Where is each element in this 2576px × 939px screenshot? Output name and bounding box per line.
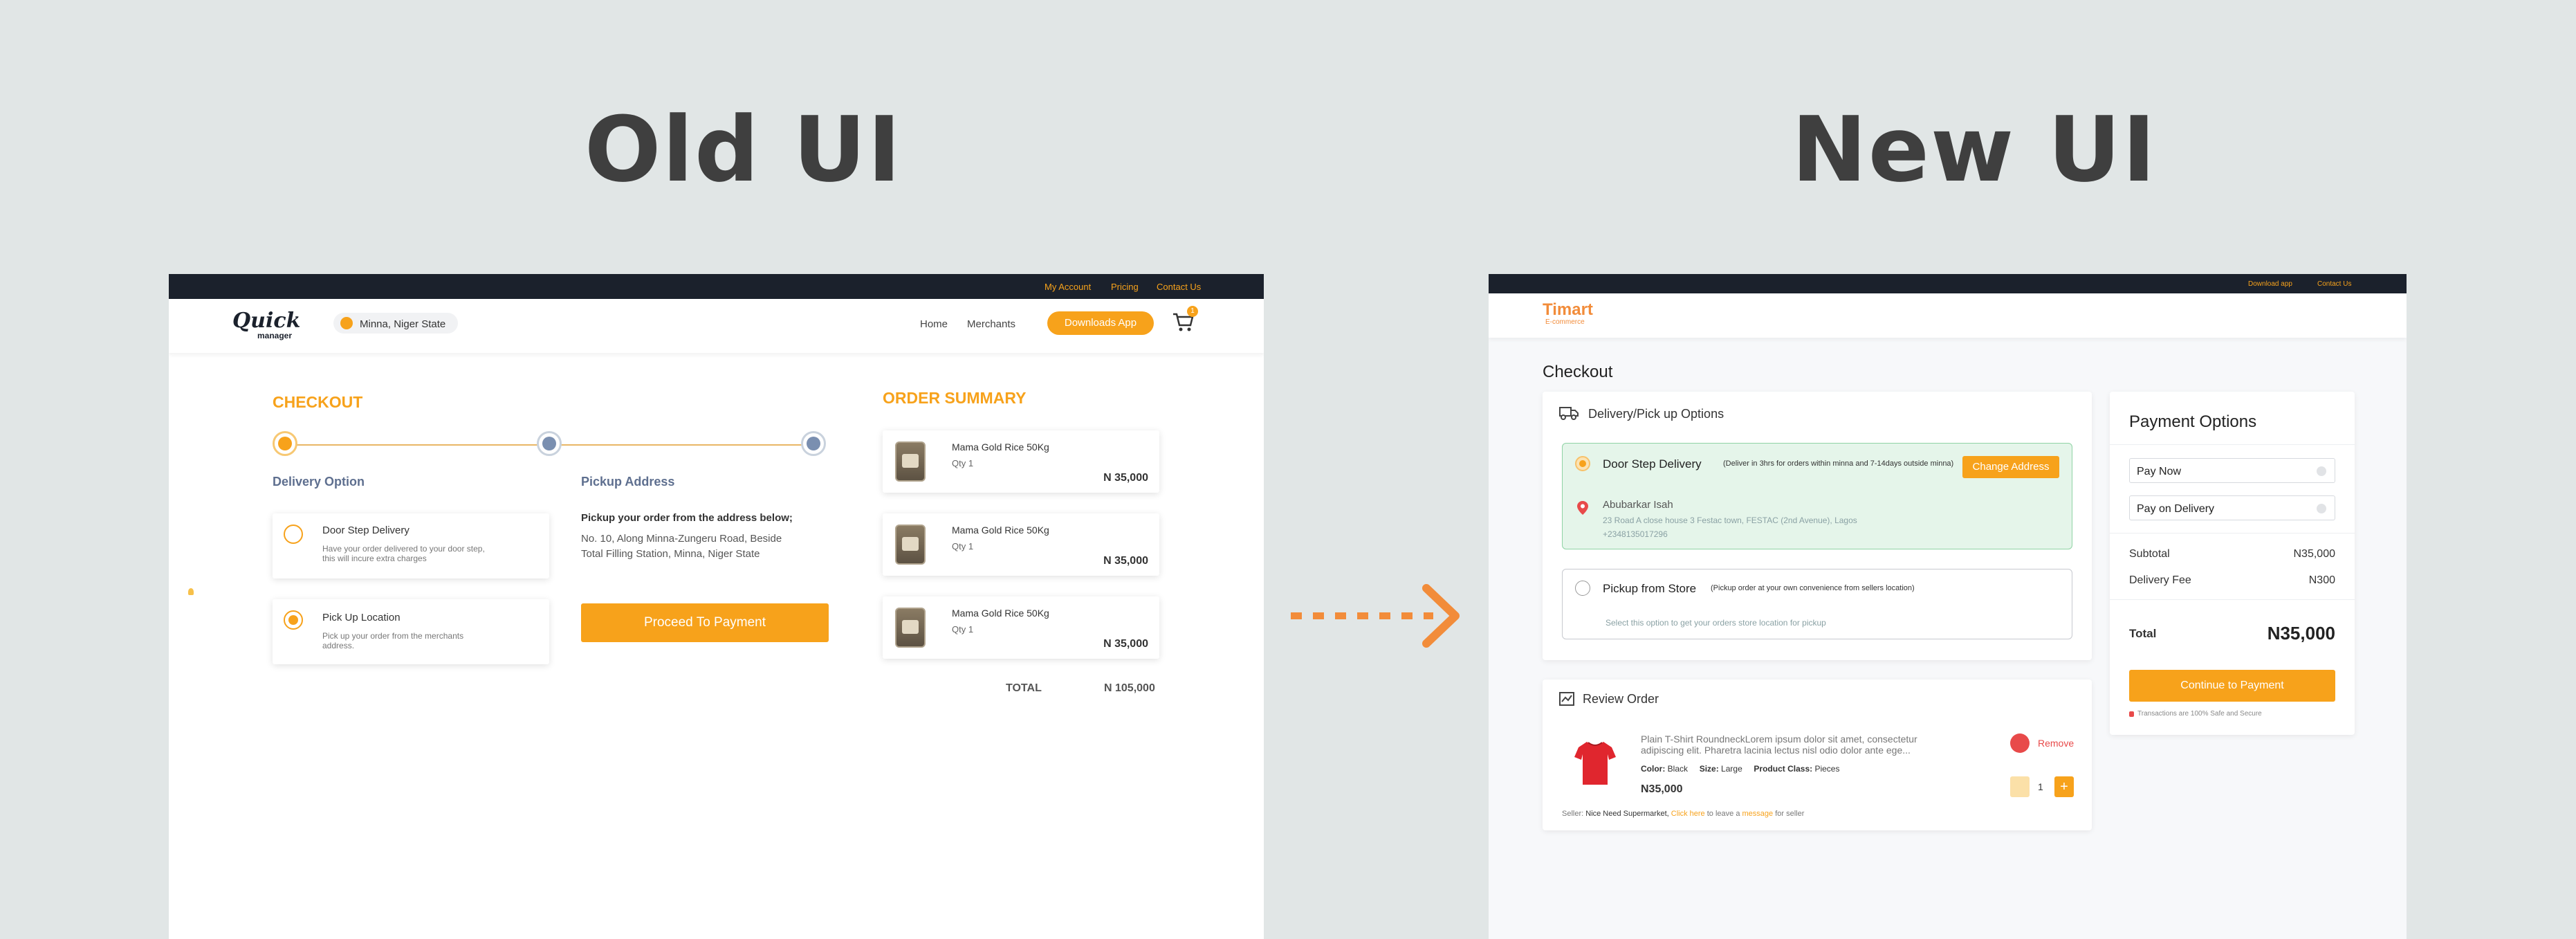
seller-note: Seller: Nice Need Supermarket, Click her… [1562, 810, 1805, 818]
payment-options-title: Payment Options [2129, 412, 2257, 431]
pay-on-delivery-option[interactable]: Pay on Delivery [2129, 495, 2335, 520]
old-navbar: Quick manager Minna, Niger State Home Me… [169, 299, 1264, 353]
location-pill[interactable]: Minna, Niger State [333, 313, 458, 334]
delivery-fee-value: N300 [2308, 574, 2335, 586]
decrement-button[interactable] [2010, 776, 2030, 797]
review-order-title: Review Order [1583, 692, 1659, 706]
rice-bag-image [895, 608, 926, 648]
order-item: Mama Gold Rice 50Kg Qty 1 N 35,000 [883, 513, 1159, 576]
order-item: Mama Gold Rice 50Kg Qty 1 N 35,000 [883, 596, 1159, 659]
continue-to-payment-button[interactable]: Continue to Payment [2129, 670, 2335, 702]
pay-now-option[interactable]: Pay Now [2129, 458, 2335, 483]
order-summary-title: ORDER SUMMARY [883, 389, 1027, 407]
proceed-to-payment-button[interactable]: Proceed To Payment [581, 603, 829, 642]
recipient-phone: +2348135017296 [1603, 529, 1668, 539]
quantity-value: 1 [2038, 781, 2043, 792]
total-value: N35,000 [2267, 623, 2335, 644]
pickup-address-title: Pickup Address [581, 475, 675, 489]
product-price: N35,000 [1641, 783, 1683, 795]
door-step-option[interactable]: Door Step Delivery Have your order deliv… [273, 513, 549, 578]
pickup-address-line2: Total Filling Station, Minna, Niger Stat… [581, 548, 760, 560]
review-order-card: Review Order Plain T-Shirt RoundneckLore… [1543, 680, 2092, 830]
hint-bulb-icon [188, 588, 194, 595]
total-label: Total [2129, 627, 2157, 640]
pickup-address-line1: No. 10, Along Minna-Zungeru Road, Beside [581, 533, 782, 545]
cart-icon[interactable]: 1 [1172, 306, 1198, 334]
contact-us-link[interactable]: Contact Us [2317, 280, 2351, 288]
change-address-button[interactable]: Change Address [1962, 456, 2059, 478]
order-total-value: N 105,000 [1104, 682, 1155, 694]
new-navbar: Timart E-commerce [1489, 293, 2407, 338]
delivery-option-title: Delivery Option [273, 475, 365, 489]
nav-home[interactable]: Home [920, 318, 948, 330]
pickup-store-option[interactable]: Pickup from Store (Pickup order at your … [1562, 569, 2072, 639]
contact-us-link[interactable]: Contact Us [1157, 282, 1201, 292]
message-link[interactable]: message [1742, 810, 1774, 818]
subtotal-label: Subtotal [2129, 548, 2170, 560]
door-step-radio[interactable] [1575, 456, 1590, 471]
rice-bag-image [895, 441, 926, 482]
payment-options-card: Payment Options Pay Now Pay on Delivery … [2110, 392, 2355, 735]
pickup-intro: Pickup your order from the address below… [581, 512, 793, 524]
location-pin-icon [1576, 500, 1589, 519]
trash-icon [2010, 733, 2030, 753]
pay-on-delivery-radio[interactable] [2317, 504, 2326, 513]
recipient-name: Abubarkar Isah [1603, 499, 1673, 511]
door-step-option[interactable]: Door Step Delivery (Deliver in 3hrs for … [1562, 443, 2072, 549]
nav-merchants[interactable]: Merchants [967, 318, 1015, 330]
rice-bag-image [895, 525, 926, 565]
order-total-label: TOTAL [1006, 682, 1042, 694]
pay-now-radio[interactable] [2317, 466, 2326, 476]
quantity-stepper: 1 + [2010, 776, 2074, 797]
download-app-link[interactable]: Download app [2248, 280, 2292, 288]
product-name: Plain T-Shirt RoundneckLorem ipsum dolor… [1641, 733, 1917, 756]
new-ui-screen: Download app Contact Us Timart E-commerc… [1489, 274, 2407, 939]
step-3 [801, 431, 826, 456]
download-app-button[interactable]: Downloads App [1047, 311, 1154, 335]
delivery-section-title: Delivery/Pick up Options [1588, 407, 1724, 421]
new-top-bar: Download app Contact Us [1489, 274, 2407, 293]
checkout-title: Checkout [1543, 363, 1613, 381]
door-step-radio[interactable] [284, 525, 303, 544]
transition-arrow-icon [1288, 581, 1464, 650]
subtotal-value: N35,000 [2293, 548, 2336, 560]
old-ui-heading: Old UI [585, 97, 903, 202]
recipient-address: 23 Road A close house 3 Festac town, FES… [1603, 516, 1857, 525]
pickup-radio[interactable] [1575, 581, 1590, 596]
pick-up-option[interactable]: Pick Up Location Pick up your order from… [273, 599, 549, 664]
pricing-link[interactable]: Pricing [1111, 282, 1139, 292]
step-1 [273, 431, 297, 456]
increment-button[interactable]: + [2054, 776, 2074, 797]
delivery-options-card: Delivery/Pick up Options Door Step Deliv… [1543, 392, 2092, 660]
order-item: Mama Gold Rice 50Kg Qty 1 N 35,000 [883, 430, 1159, 493]
product-attributes: Color: Black Size: Large Product Class: … [1641, 764, 1840, 774]
new-ui-heading: New UI [1792, 97, 2158, 202]
cart-count-badge: 1 [1187, 306, 1198, 317]
quick-manager-logo[interactable]: Quick manager [232, 309, 309, 340]
review-chart-icon [1559, 692, 1574, 709]
old-top-bar: My Account Pricing Contact Us [169, 274, 1264, 299]
lock-icon [2129, 711, 2134, 717]
step-2 [537, 431, 562, 456]
delivery-fee-label: Delivery Fee [2129, 574, 2191, 586]
pick-up-radio[interactable] [284, 610, 303, 630]
old-ui-screen: My Account Pricing Contact Us Quick mana… [169, 274, 1264, 939]
checkout-title: CHECKOUT [273, 393, 363, 411]
tshirt-image [1573, 739, 1617, 790]
truck-icon [1559, 405, 1579, 424]
my-account-link[interactable]: My Account [1045, 282, 1091, 292]
location-pin-icon [340, 317, 353, 329]
click-here-link[interactable]: Click here [1671, 810, 1705, 818]
